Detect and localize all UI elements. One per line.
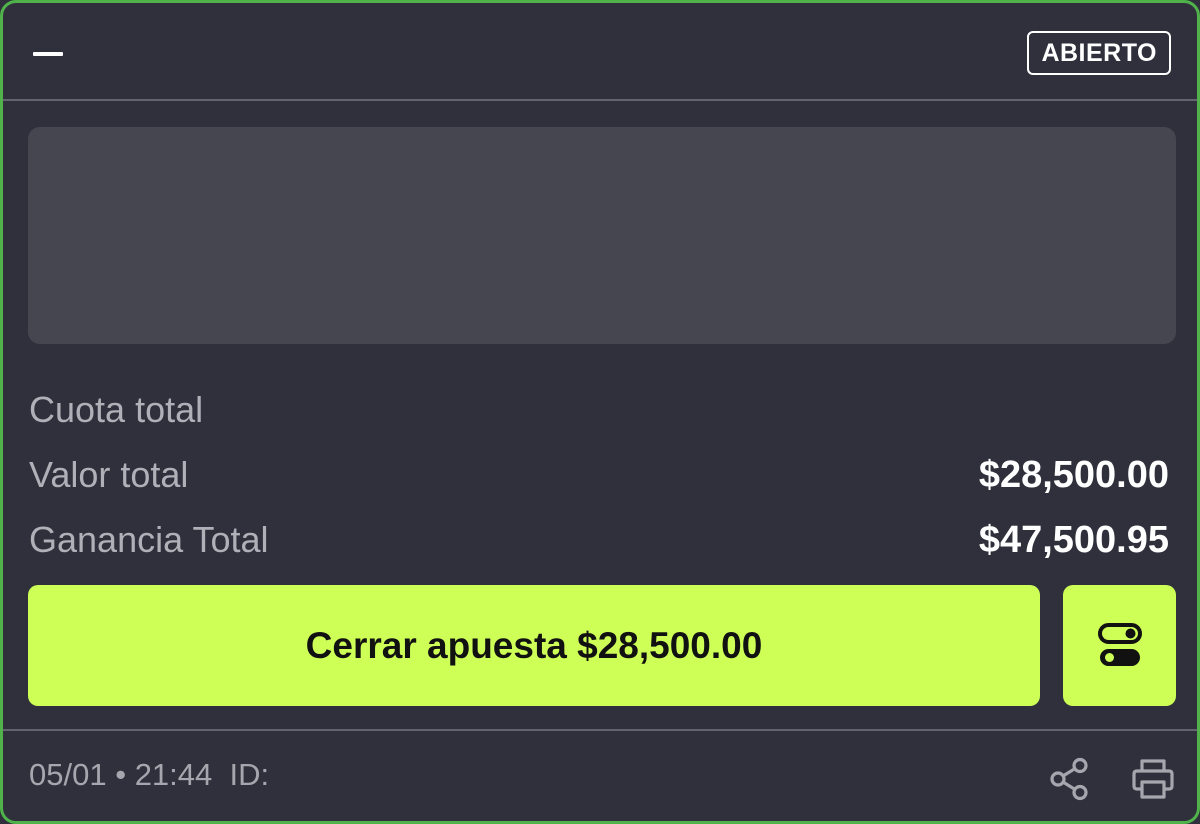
settings-toggle-button[interactable] bbox=[1063, 585, 1176, 706]
total-odds-label: Cuota total bbox=[29, 389, 204, 430]
summary-row-total-stake: Valor total $28,500.00 bbox=[29, 453, 1169, 497]
total-winnings-value: $47,500.95 bbox=[978, 519, 1169, 561]
ticket-date: 05/01 bbox=[29, 757, 107, 792]
status-badge: ABIERTO bbox=[1027, 31, 1171, 75]
ticket-id-label: ID: bbox=[229, 757, 270, 792]
total-stake-value: $28,500.00 bbox=[978, 454, 1169, 496]
total-stake-label: Valor total bbox=[29, 454, 189, 495]
share-button[interactable] bbox=[1049, 757, 1093, 801]
ticket-footer: 05/01 • 21:44 ID: bbox=[3, 729, 1197, 821]
cashout-button[interactable]: Cerrar apuesta $28,500.00 bbox=[28, 585, 1040, 706]
print-icon bbox=[1132, 759, 1174, 799]
summary-row-total-winnings: Ganancia Total $47,500.95 bbox=[29, 518, 1169, 562]
toggle-switches-icon bbox=[1098, 623, 1142, 666]
print-button[interactable] bbox=[1131, 757, 1175, 801]
total-winnings-label: Ganancia Total bbox=[29, 519, 269, 560]
share-icon bbox=[1050, 757, 1088, 801]
meta-separator: • bbox=[115, 757, 127, 792]
selection-details-panel bbox=[28, 127, 1176, 344]
collapse-button[interactable] bbox=[29, 37, 69, 71]
bet-ticket-card: ABIERTO Cuota total Valor total $28,500.… bbox=[0, 0, 1200, 824]
ticket-time: 21:44 bbox=[134, 757, 213, 792]
summary-row-total-odds: Cuota total bbox=[29, 388, 1169, 432]
ticket-header: ABIERTO bbox=[3, 3, 1197, 101]
ticket-meta: 05/01 • 21:44 ID: bbox=[29, 755, 269, 795]
minus-icon bbox=[33, 52, 63, 56]
